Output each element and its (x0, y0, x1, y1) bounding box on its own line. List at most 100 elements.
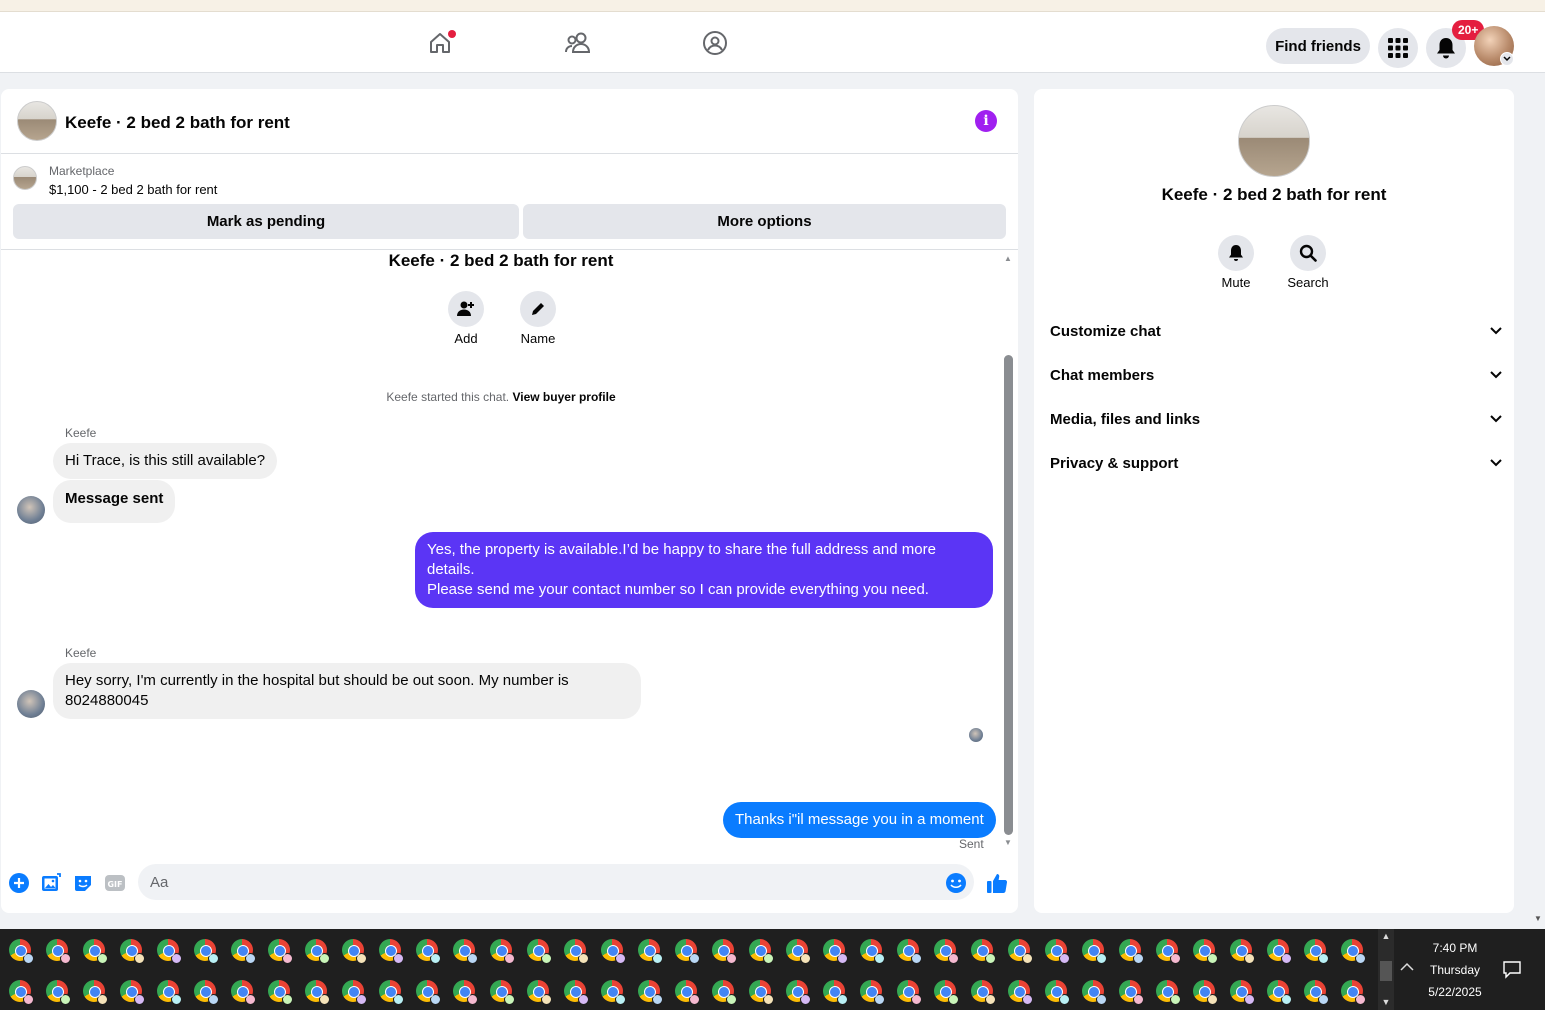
menu-grid-icon[interactable] (1378, 28, 1418, 68)
info-icon[interactable]: i (975, 110, 997, 132)
chrome-profile-icon[interactable] (971, 980, 996, 1005)
chrome-profile-icon[interactable] (83, 939, 108, 964)
chrome-profile-icon[interactable] (1156, 980, 1181, 1005)
chrome-profile-icon[interactable] (1156, 939, 1181, 964)
chrome-profile-icon[interactable] (1230, 939, 1255, 964)
chrome-profile-icon[interactable] (453, 939, 478, 964)
chrome-profile-icon[interactable] (1193, 939, 1218, 964)
chrome-profile-icon[interactable] (1341, 939, 1366, 964)
find-friends-button[interactable]: Find friends (1266, 28, 1370, 64)
chat-members-section[interactable]: Chat members (1050, 357, 1502, 393)
chrome-profile-icon[interactable] (490, 939, 515, 964)
chrome-profile-icon[interactable] (1008, 939, 1033, 964)
chrome-profile-icon[interactable] (1193, 980, 1218, 1005)
friends-icon[interactable] (561, 26, 595, 60)
more-options-button[interactable]: More options (523, 204, 1006, 239)
view-buyer-profile-link[interactable]: View buyer profile (512, 390, 615, 404)
mute-bell-icon[interactable] (1218, 235, 1254, 271)
chrome-profile-icon[interactable] (1304, 939, 1329, 964)
incoming-message[interactable]: Hey sorry, I'm currently in the hospital… (53, 663, 641, 719)
chrome-profile-icon[interactable] (638, 980, 663, 1005)
chrome-profile-icon[interactable] (749, 980, 774, 1005)
chrome-profile-icon[interactable] (786, 939, 811, 964)
mark-as-pending-button[interactable]: Mark as pending (13, 204, 519, 239)
page-scroll-down-arrow-icon[interactable]: ▼ (1534, 914, 1542, 923)
chrome-profile-icon[interactable] (712, 939, 737, 964)
scroll-up-arrow-icon[interactable]: ▲ (1004, 254, 1012, 263)
chrome-profile-icon[interactable] (601, 939, 626, 964)
chrome-profile-icon[interactable] (305, 939, 330, 964)
scroll-down-arrow-icon[interactable]: ▼ (1004, 838, 1012, 847)
chat-title[interactable]: Keefe · 2 bed 2 bath for rent (65, 113, 290, 133)
chrome-profile-icon[interactable] (527, 939, 552, 964)
chrome-profile-icon[interactable] (83, 980, 108, 1005)
chrome-profile-icon[interactable] (1082, 980, 1107, 1005)
chrome-profile-icon[interactable] (860, 980, 885, 1005)
chrome-profile-icon[interactable] (971, 939, 996, 964)
chrome-profile-icon[interactable] (897, 980, 922, 1005)
emoji-icon[interactable] (945, 872, 967, 894)
plus-icon[interactable] (8, 872, 30, 894)
chrome-profile-icon[interactable] (564, 939, 589, 964)
chrome-profile-icon[interactable] (9, 939, 34, 964)
chrome-profile-icon[interactable] (379, 939, 404, 964)
chrome-profile-icon[interactable] (675, 939, 700, 964)
marketplace-listing-thumbnail[interactable] (13, 166, 37, 190)
chrome-profile-icon[interactable] (194, 939, 219, 964)
chrome-profile-icon[interactable] (453, 980, 478, 1005)
chrome-profile-icon[interactable] (46, 939, 71, 964)
chrome-profile-icon[interactable] (157, 939, 182, 964)
chrome-profile-icon[interactable] (120, 980, 145, 1005)
chat-avatar-large[interactable] (1238, 105, 1310, 177)
thumbs-up-icon[interactable] (985, 872, 1009, 894)
chrome-profile-icon[interactable] (638, 939, 663, 964)
chrome-profile-icon[interactable] (934, 939, 959, 964)
chrome-profile-icon[interactable] (268, 980, 293, 1005)
chrome-profile-icon[interactable] (305, 980, 330, 1005)
chrome-profile-icon[interactable] (194, 980, 219, 1005)
gif-icon[interactable]: GIF (104, 872, 126, 894)
outgoing-message[interactable]: Thanks i"il message you in a moment (723, 802, 996, 838)
chrome-profile-icon[interactable] (342, 939, 367, 964)
groups-icon[interactable] (698, 26, 732, 60)
chrome-profile-icon[interactable] (675, 980, 700, 1005)
taskbar-scroll-thumb[interactable] (1380, 961, 1392, 981)
outgoing-message[interactable]: Yes, the property is available.I’d be ha… (415, 532, 993, 608)
media-files-links-section[interactable]: Media, files and links (1050, 401, 1502, 437)
chrome-profile-icon[interactable] (231, 939, 256, 964)
action-center-icon[interactable] (1502, 959, 1522, 979)
chrome-profile-icon[interactable] (157, 980, 182, 1005)
chrome-profile-icon[interactable] (823, 980, 848, 1005)
chrome-profile-icon[interactable] (416, 980, 441, 1005)
listing-thumbnail[interactable] (17, 101, 57, 141)
sender-avatar[interactable] (17, 690, 45, 718)
chrome-profile-icon[interactable] (749, 939, 774, 964)
chrome-profile-icon[interactable] (1119, 939, 1144, 964)
chrome-profile-icon[interactable] (1267, 980, 1292, 1005)
system-clock[interactable]: 7:40 PM Thursday 5/22/2025 (1410, 929, 1500, 1010)
chrome-profile-icon[interactable] (9, 980, 34, 1005)
chrome-profile-icon[interactable] (786, 980, 811, 1005)
incoming-message-status[interactable]: Message sent (53, 480, 176, 523)
chrome-profile-icon[interactable] (897, 939, 922, 964)
chrome-profile-icon[interactable] (1341, 980, 1366, 1005)
chrome-profile-icon[interactable] (823, 939, 848, 964)
customize-chat-section[interactable]: Customize chat (1050, 313, 1502, 349)
chrome-profile-icon[interactable] (268, 939, 293, 964)
chat-scrollbar-thumb[interactable] (1004, 355, 1013, 835)
listing-price-title[interactable]: $1,100 - 2 bed 2 bath for rent (49, 182, 217, 197)
sender-avatar[interactable] (17, 496, 45, 524)
chrome-profile-icon[interactable] (1267, 939, 1292, 964)
chrome-profile-icon[interactable] (564, 980, 589, 1005)
chrome-profile-icon[interactable] (1045, 939, 1070, 964)
chrome-profile-icon[interactable] (1082, 939, 1107, 964)
chrome-profile-icon[interactable] (342, 980, 367, 1005)
chrome-profile-icon[interactable] (1008, 980, 1033, 1005)
chrome-profile-icon[interactable] (46, 980, 71, 1005)
taskbar-scroll[interactable]: ▲ ▼ (1378, 929, 1394, 1010)
chrome-profile-icon[interactable] (379, 980, 404, 1005)
chrome-profile-icon[interactable] (120, 939, 145, 964)
photo-icon[interactable] (40, 872, 62, 894)
message-input[interactable] (138, 864, 974, 900)
search-icon[interactable] (1290, 235, 1326, 271)
